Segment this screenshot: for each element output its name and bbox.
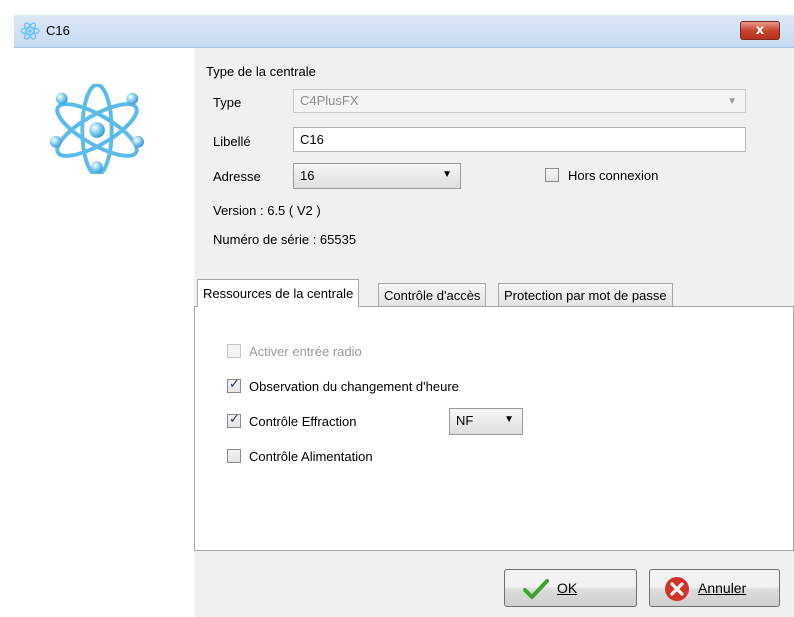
ok-label: OK [557, 580, 578, 596]
effraction-mode-select[interactable]: NF ▼ [449, 408, 523, 435]
offline-label: Hors connexion [568, 168, 659, 183]
libelle-value: C16 [300, 132, 324, 147]
checkmark-icon [523, 579, 549, 599]
central-type-group-label: Type de la centrale [206, 64, 316, 79]
effraction-mode-value: NF [456, 413, 474, 428]
radio-input-checkbox [227, 344, 241, 358]
close-button[interactable]: x [740, 21, 780, 40]
tab-controle-acces-label: Contrôle d'accès [384, 288, 481, 303]
dst-label: Observation du changement d'heure [249, 379, 459, 394]
tab-protection-label: Protection par mot de passe [504, 288, 667, 303]
cancel-label: Annuler [698, 580, 747, 596]
atom-logo-icon [49, 84, 145, 174]
type-select: C4PlusFX ▼ [293, 89, 746, 113]
tab-ressources-label: Ressources de la centrale [203, 286, 354, 301]
offline-checkbox[interactable] [545, 168, 559, 182]
type-select-value: C4PlusFX [300, 93, 359, 108]
tab-protection[interactable]: Protection par mot de passe [498, 283, 673, 306]
cancel-button[interactable]: Annuler [649, 569, 780, 607]
effraction-checkbox[interactable] [227, 412, 241, 428]
ok-button[interactable]: OK [504, 569, 637, 607]
tab-ressources[interactable]: Ressources de la centrale [197, 279, 360, 307]
adresse-label: Adresse [213, 169, 261, 184]
dst-checkbox[interactable] [227, 377, 241, 393]
chevron-down-icon: ▼ [727, 96, 737, 107]
serial-number-text: Numéro de série : 65535 [213, 232, 357, 247]
window-title: C16 [46, 23, 70, 38]
alimentation-checkbox[interactable] [227, 449, 241, 463]
cancel-x-icon [665, 577, 689, 601]
alimentation-label: Contrôle Alimentation [249, 449, 373, 464]
libelle-field[interactable]: C16 [293, 127, 746, 152]
effraction-label: Contrôle Effraction [249, 414, 357, 429]
atom-icon [20, 22, 40, 40]
chevron-down-icon: ▼ [442, 169, 452, 180]
chevron-down-icon: ▼ [504, 414, 514, 425]
title-bar[interactable]: C16 x [14, 15, 794, 48]
adresse-select[interactable]: 16 ▼ [293, 163, 461, 189]
libelle-label: Libellé [213, 134, 251, 149]
radio-input-label: Activer entrée radio [249, 344, 362, 359]
tab-controle-acces[interactable]: Contrôle d'accès [378, 283, 487, 306]
adresse-select-value: 16 [300, 168, 315, 183]
dialog-window: C16 x Type de la centrale Type C4PlusFX [0, 0, 794, 617]
version-text: Version : 6.5 ( V2 ) [213, 203, 321, 218]
close-icon: x [755, 23, 765, 38]
type-label: Type [213, 95, 242, 110]
